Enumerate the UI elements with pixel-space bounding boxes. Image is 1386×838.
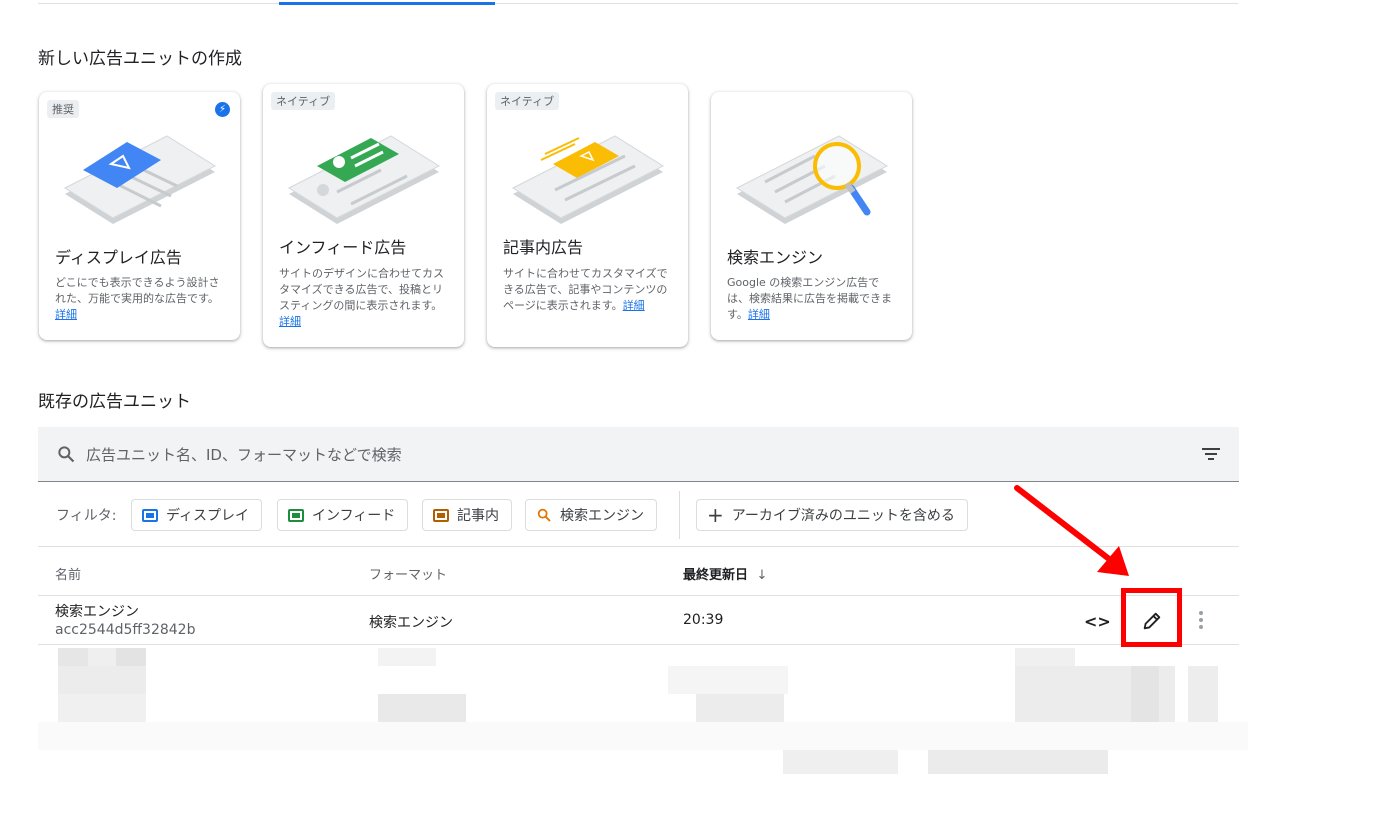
filter-chip-inarticle[interactable]: 記事内 (422, 499, 512, 531)
card-title: ディスプレイ広告 (55, 248, 182, 267)
existing-section-title: 既存の広告ユニット (38, 392, 191, 412)
active-tab-indicator (279, 2, 495, 5)
inarticle-format-icon (433, 508, 449, 522)
recommended-chip: 推奨 (47, 100, 79, 118)
top-divider (38, 3, 1238, 4)
display-format-icon (142, 508, 158, 522)
chip-label: ディスプレイ (166, 508, 250, 524)
plus-icon: + (707, 503, 724, 527)
filter-list-icon[interactable] (1201, 446, 1221, 462)
infeed-format-icon (288, 508, 304, 522)
card-description: サイトに合わせてカスタマイズできる広告で、記事やコンテンツのページに表示されます… (503, 267, 668, 312)
sort-down-arrow-icon: ↓ (756, 568, 768, 583)
column-header-updated[interactable]: 最終更新日 ↓ (683, 564, 767, 583)
ad-unit-id: acc2544d5ff32842b (55, 622, 196, 638)
infeed-ad-illustration (287, 135, 441, 224)
ad-unit-updated: 20:39 (683, 612, 724, 628)
native-chip: ネイティブ (495, 92, 560, 110)
card-title: 記事内広告 (503, 238, 584, 257)
filter-label: フィルタ: (56, 508, 117, 524)
edit-highlight-box (1121, 588, 1182, 647)
redacted-area (38, 646, 1248, 796)
card-search-engine[interactable]: 検索エンジン Google の検索エンジン広告では、検索結果に広告を掲載できます… (711, 92, 912, 340)
filter-chip-infeed[interactable]: インフィード (277, 499, 409, 531)
chip-label: 記事内 (457, 508, 499, 524)
search-input[interactable]: 広告ユニット名、ID、フォーマットなどで検索 (86, 444, 402, 465)
filter-divider (679, 491, 680, 539)
chip-label: 検索エンジン (560, 508, 644, 524)
card-inarticle-ad[interactable]: ネイティブ 記事内広告 サイトに合わせてカスタマイズできる広告で、記事やコンテン… (487, 84, 688, 347)
search-icon (58, 446, 75, 463)
ad-unit-name[interactable]: 検索エンジン (55, 601, 139, 621)
details-link[interactable]: 詳細 (623, 299, 645, 312)
filter-chip-search-engine[interactable]: 検索エンジン (525, 499, 657, 531)
column-header-name[interactable]: 名前 (55, 564, 81, 583)
search-icon (537, 508, 551, 522)
search-engine-illustration (735, 135, 889, 224)
more-vert-icon[interactable] (1198, 609, 1204, 631)
details-link[interactable]: 詳細 (748, 308, 770, 321)
bolt-icon: ⚡ (215, 102, 230, 117)
card-description: サイトのデザインに合わせてカスタマイズできる広告で、投稿とリスティングの間に表示… (279, 267, 444, 328)
card-description: どこにでも表示できるよう設計された、万能で実用的な広告です。詳細 (55, 276, 220, 321)
details-link[interactable]: 詳細 (279, 315, 301, 328)
display-ad-illustration (63, 135, 217, 224)
create-section-title: 新しい広告ユニットの作成 (38, 49, 242, 69)
native-chip: ネイティブ (271, 92, 336, 110)
card-display-ad[interactable]: 推奨 ⚡ ディスプレイ広告 どこにでも表示できるよう設計された、万能で実用的な広… (39, 92, 240, 340)
card-description: Google の検索エンジン広告では、検索結果に広告を掲載できます。詳細 (727, 276, 892, 321)
card-infeed-ad[interactable]: ネイティブ インフィード広告 サイトのデザインに合わせてカスタマイズできる広告で… (263, 84, 464, 347)
red-arrow-annotation (1014, 485, 1129, 576)
filter-chip-display[interactable]: ディスプレイ (131, 499, 263, 531)
column-header-format[interactable]: フォーマット (369, 564, 447, 583)
details-link[interactable]: 詳細 (55, 308, 77, 321)
code-icon[interactable]: <> (1084, 612, 1111, 631)
search-bar[interactable]: 広告ユニット名、ID、フォーマットなどで検索 (38, 427, 1239, 482)
chip-label: アーカイブ済みのユニットを含める (731, 508, 955, 524)
card-title: インフィード広告 (279, 238, 407, 257)
table-row[interactable]: 検索エンジン acc2544d5ff32842b 検索エンジン 20:39 <> (38, 597, 1239, 645)
inarticle-ad-illustration (511, 135, 665, 224)
ad-unit-format: 検索エンジン (369, 615, 453, 631)
include-archived-button[interactable]: + アーカイブ済みのユニットを含める (696, 499, 968, 531)
card-title: 検索エンジン (727, 248, 824, 267)
chip-label: インフィード (312, 508, 396, 524)
